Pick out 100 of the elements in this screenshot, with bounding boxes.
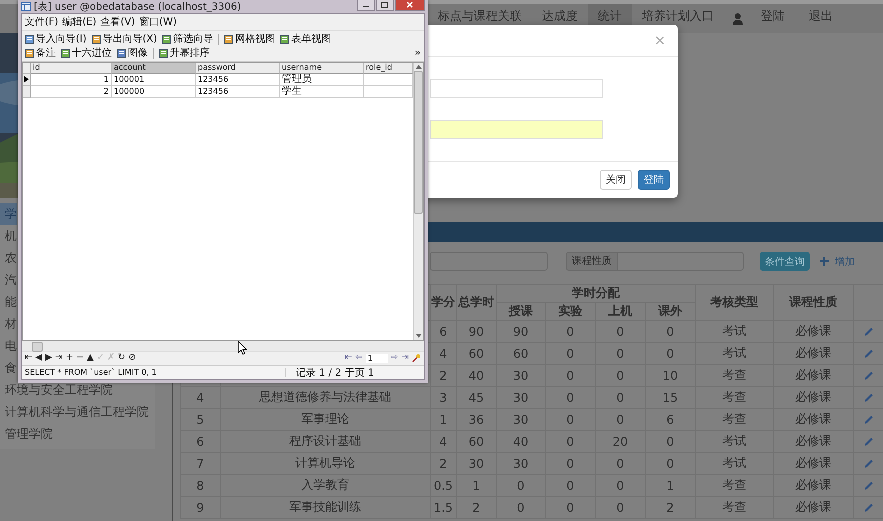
- row-indicator[interactable]: [23, 74, 31, 86]
- menu-item[interactable]: 窗口(W): [139, 15, 178, 29]
- grid-cell: 100000: [112, 86, 196, 98]
- table-cell: 计算机导论: [220, 452, 430, 474]
- overflow-button[interactable]: »: [414, 48, 421, 58]
- page-nav-button[interactable]: ⇦: [355, 354, 363, 363]
- input-field[interactable]: [430, 79, 603, 98]
- wand-icon[interactable]: [412, 354, 421, 363]
- document-icon: [25, 34, 34, 44]
- table-cell: 0: [546, 496, 596, 518]
- horizontal-scrollbar[interactable]: [22, 341, 424, 351]
- pencil-icon[interactable]: [864, 458, 874, 468]
- table-cell: 必修课: [774, 430, 854, 452]
- table-cell: 40: [456, 364, 496, 386]
- table-cell: 考试: [696, 342, 774, 364]
- toolbar-button[interactable]: 网格视图: [224, 32, 276, 46]
- vertical-scrollbar[interactable]: [413, 63, 423, 340]
- table-cell: 0: [646, 452, 696, 474]
- record-nav-button[interactable]: ◀: [36, 354, 42, 363]
- record-nav-button[interactable]: ⊘: [128, 354, 136, 363]
- table-cell: 0: [596, 364, 646, 386]
- toolbar-button[interactable]: 十六进位: [61, 46, 112, 60]
- document-icon: [162, 34, 172, 44]
- menu-item[interactable]: 编辑(E): [62, 15, 97, 29]
- grid-cell: 100001: [112, 74, 196, 86]
- table-cell: 0: [546, 364, 596, 386]
- pencil-icon[interactable]: [864, 436, 874, 446]
- pencil-icon[interactable]: [864, 348, 874, 358]
- record-nav-button[interactable]: ▶: [45, 354, 52, 363]
- table-cell: 10: [646, 364, 696, 386]
- grid-cell: 2: [31, 86, 112, 98]
- page-nav-button[interactable]: ⇥: [401, 354, 409, 363]
- table-cell: 90: [496, 320, 546, 342]
- table-cell: 6: [646, 408, 696, 430]
- pencil-icon[interactable]: [864, 392, 874, 402]
- down-arrow-icon[interactable]: [416, 334, 422, 338]
- toolbar-button[interactable]: 导入向导(I): [25, 32, 87, 46]
- grid-cell: 123456: [196, 74, 280, 86]
- toolbar-button[interactable]: 升幂排序: [159, 46, 210, 60]
- record-nav-button[interactable]: ⇥: [55, 354, 63, 363]
- table-cell: 必修课: [774, 452, 854, 474]
- toolbar-button[interactable]: 筛选向导: [162, 32, 214, 46]
- toolbar-button[interactable]: 表单视图: [280, 32, 332, 46]
- table-cell: 考试: [696, 452, 774, 474]
- page-nav-button[interactable]: ⇤: [344, 354, 352, 363]
- minimize-button[interactable]: [357, 0, 375, 11]
- toolbar-button[interactable]: 备注: [25, 46, 56, 60]
- table-cell: 程序设计基础: [220, 430, 430, 452]
- table-cell: 军事技能训练: [220, 496, 430, 518]
- table-cell: 0: [546, 386, 596, 408]
- maximize-button[interactable]: [376, 0, 394, 11]
- table-cell: 0: [546, 430, 596, 452]
- grid-cell: 管理员: [280, 74, 364, 86]
- pencil-icon[interactable]: [864, 326, 874, 336]
- pencil-icon[interactable]: [864, 480, 874, 490]
- table-cell: 30: [496, 364, 546, 386]
- table-cell: 9: [180, 496, 220, 518]
- record-nav-button[interactable]: ▲: [87, 354, 94, 363]
- menu-item[interactable]: 文件(F): [25, 15, 59, 29]
- table-cell: 3: [430, 386, 456, 408]
- window-title: [表] user @obedatabase (localhost_3306): [34, 0, 242, 14]
- table-cell: 15: [646, 386, 696, 408]
- record-nav-button[interactable]: ↻: [118, 354, 126, 363]
- table-cell: 30: [496, 386, 546, 408]
- login-button[interactable]: 登陆: [638, 170, 670, 190]
- record-status: 记录 1 / 2 于页 1: [295, 366, 374, 380]
- grid-cell: 123456: [196, 86, 280, 98]
- column-header[interactable]: password: [196, 63, 280, 74]
- table-cell: 40: [496, 430, 546, 452]
- record-nav-button[interactable]: ⇤: [25, 354, 33, 363]
- table-cell: 0: [646, 430, 696, 452]
- table-cell: 0: [546, 408, 596, 430]
- close-button[interactable]: [395, 0, 425, 11]
- pencil-icon[interactable]: [864, 502, 874, 512]
- up-arrow-icon[interactable]: [416, 65, 422, 69]
- page-nav-button[interactable]: ⇨: [390, 354, 398, 363]
- record-nav-button[interactable]: +: [66, 354, 74, 363]
- table-cell: 0: [646, 342, 696, 364]
- table-cell: 必修课: [774, 320, 854, 342]
- toolbar-button[interactable]: 图像: [117, 46, 148, 60]
- table-cell: 36: [456, 408, 496, 430]
- table-cell: 60: [496, 342, 546, 364]
- pencil-icon[interactable]: [864, 414, 874, 424]
- search-field[interactable]: [430, 252, 548, 271]
- input-field[interactable]: [430, 120, 603, 139]
- table-cell: 2: [430, 452, 456, 474]
- column-header: 课程性质: [774, 284, 854, 320]
- page-field[interactable]: 1: [366, 354, 388, 363]
- pencil-icon[interactable]: [864, 370, 874, 380]
- table-cell: 考试: [696, 320, 774, 342]
- toolbar-button[interactable]: 导出向导(X): [92, 32, 158, 46]
- menu-item[interactable]: 查看(V): [100, 15, 136, 29]
- document-icon: [25, 48, 34, 58]
- table-cell: 90: [456, 320, 496, 342]
- table-cell: 必修课: [774, 364, 854, 386]
- table-cell: 必修课: [774, 496, 854, 518]
- record-nav-button[interactable]: −: [76, 354, 84, 363]
- close-button[interactable]: 关闭: [600, 170, 632, 190]
- column-header[interactable]: account: [112, 63, 196, 74]
- column-header[interactable]: username: [280, 63, 364, 74]
